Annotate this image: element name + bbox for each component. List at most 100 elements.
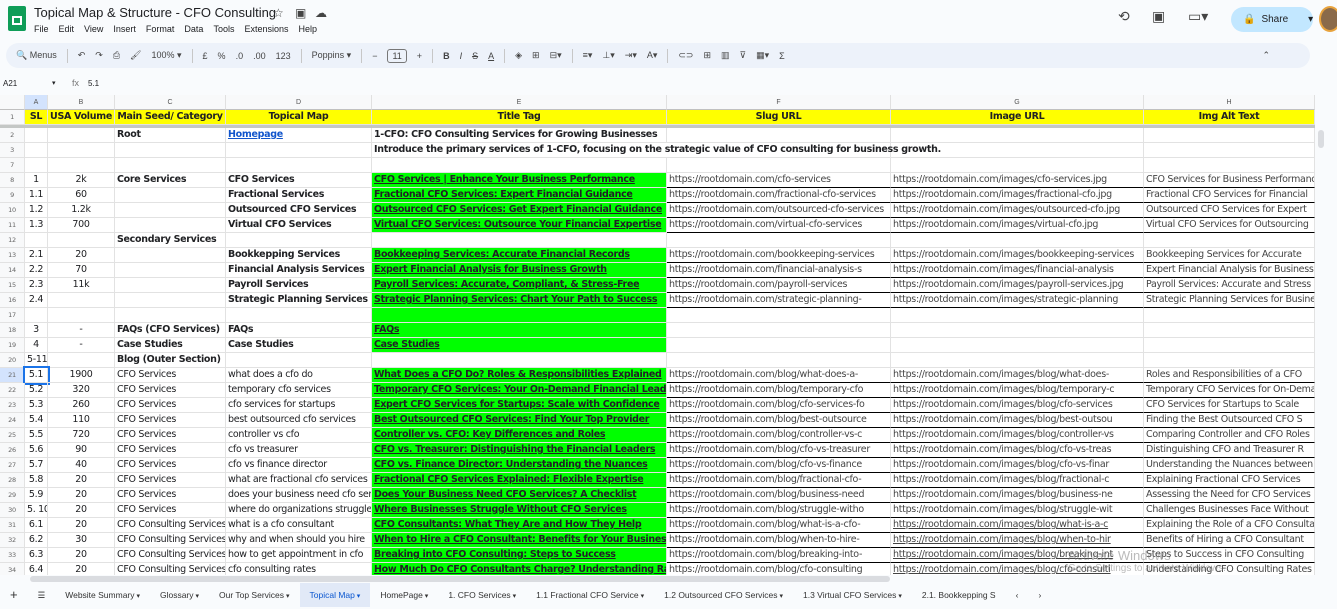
title-tag-cell[interactable]: Breaking into CFO Consulting: Steps to S…	[372, 548, 667, 563]
slug-url-cell[interactable]	[667, 128, 891, 143]
meet-icon[interactable]: ▭▾	[1188, 8, 1208, 25]
volume-cell[interactable]: 1900	[48, 368, 115, 383]
topical-map-cell[interactable]: controller vs cfo	[226, 428, 372, 443]
title-tag-cell[interactable]: Introduce the primary services of 1-CFO,…	[372, 143, 941, 158]
title-tag-cell[interactable]: Payroll Services: Accurate, Compliant, &…	[372, 278, 667, 293]
image-url-cell[interactable]: https://rootdomain.com/images/blog/when-…	[891, 533, 1144, 548]
all-sheets-button[interactable]: ☰	[28, 583, 56, 607]
sheet-tab[interactable]: 2.1. Bookkepping S	[912, 583, 1006, 607]
row-number[interactable]: 32	[0, 533, 25, 548]
search-menus[interactable]: 🔍 Menus	[16, 50, 57, 61]
alt-text-cell[interactable]	[1144, 158, 1315, 173]
topical-map-cell[interactable]: what does a cfo do	[226, 368, 372, 383]
text-wrap-icon[interactable]: ⇥▾	[625, 50, 637, 61]
sl-cell[interactable]: 5.5	[25, 428, 48, 443]
category-cell[interactable]: CFO Services	[115, 428, 226, 443]
title-tag-cell[interactable]: Best Outsourced CFO Services: Find Your …	[372, 413, 667, 428]
slug-url-cell[interactable]	[667, 308, 891, 323]
alt-text-cell[interactable]	[1144, 143, 1315, 158]
volume-cell[interactable]: 110	[48, 413, 115, 428]
title-tag-cell[interactable]	[372, 308, 667, 323]
alt-text-cell[interactable]: Finding the Best Outsourced CFO S	[1144, 413, 1315, 428]
slug-url-cell[interactable]	[667, 338, 891, 353]
cloud-status-icon[interactable]: ☁	[315, 6, 327, 20]
topical-map-cell[interactable]: what is a cfo consultant	[226, 518, 372, 533]
text-color-icon[interactable]: A	[488, 51, 494, 61]
volume-cell[interactable]	[48, 233, 115, 248]
category-cell[interactable]: Case Studies	[115, 338, 226, 353]
row-number[interactable]: 25	[0, 428, 25, 443]
alt-text-cell[interactable]	[1144, 233, 1315, 248]
tab-menu-icon[interactable]: ▾	[639, 593, 645, 600]
title-tag-cell[interactable]	[372, 233, 667, 248]
slug-url-cell[interactable]: https://rootdomain.com/blog/struggle-wit…	[667, 503, 891, 518]
slug-url-cell[interactable]: https://rootdomain.com/blog/when-to-hire…	[667, 533, 891, 548]
sl-cell[interactable]: 5.8	[25, 473, 48, 488]
menu-tools[interactable]: Tools	[213, 24, 234, 34]
image-url-cell[interactable]: https://rootdomain.com/images/virtual-cf…	[891, 218, 1144, 233]
alt-text-cell[interactable]: Explaining Fractional CFO Services	[1144, 473, 1315, 488]
tab-menu-icon[interactable]: ▾	[135, 593, 140, 600]
menu-file[interactable]: File	[34, 24, 49, 34]
image-url-cell[interactable]: https://rootdomain.com/images/blog/busin…	[891, 488, 1144, 503]
row-number[interactable]: 9	[0, 188, 25, 203]
slug-url-cell[interactable]: https://rootdomain.com/blog/cfo-services…	[667, 398, 891, 413]
volume-cell[interactable]: 20	[48, 503, 115, 518]
image-url-cell[interactable]	[891, 308, 1144, 323]
alt-text-cell[interactable]	[1144, 338, 1315, 353]
topical-map-cell[interactable]: Bookkepping Services	[226, 248, 372, 263]
topical-map-cell[interactable]: why and when should you hire	[226, 533, 372, 548]
alt-text-cell[interactable]	[1144, 308, 1315, 323]
decrease-decimal-button[interactable]: .0	[236, 51, 244, 61]
volume-cell[interactable]: 20	[48, 563, 115, 575]
tab-menu-icon[interactable]: ▾	[194, 593, 199, 600]
topical-map-cell[interactable]	[226, 308, 372, 323]
row-number[interactable]: 19	[0, 338, 25, 353]
category-cell[interactable]: CFO Services	[115, 398, 226, 413]
slug-url-cell[interactable]	[667, 353, 891, 368]
slug-url-cell[interactable]: https://rootdomain.com/blog/cfo-vs-finan…	[667, 458, 891, 473]
sl-cell[interactable]: 5.9	[25, 488, 48, 503]
slug-url-cell[interactable]: https://rootdomain.com/blog/cfo-consulti…	[667, 563, 891, 575]
sl-cell[interactable]: 1.3	[25, 218, 48, 233]
slug-url-cell[interactable]	[667, 233, 891, 248]
alt-text-cell[interactable]: Explaining the Role of a CFO Consultant	[1144, 518, 1315, 533]
title-tag-cell[interactable]: Controller vs. CFO: Key Differences and …	[372, 428, 667, 443]
avatar[interactable]	[1319, 6, 1337, 32]
undo-icon[interactable]: ↶	[78, 50, 86, 61]
row-number[interactable]: 33	[0, 548, 25, 563]
volume-cell[interactable]: 20	[48, 248, 115, 263]
sl-cell[interactable]: 6.4	[25, 563, 48, 575]
alt-text-cell[interactable]: Strategic Planning Services for Business	[1144, 293, 1315, 308]
sheet-tab[interactable]: 1. CFO Services ▾	[438, 583, 526, 607]
volume-cell[interactable]: 70	[48, 263, 115, 278]
volume-cell[interactable]	[48, 293, 115, 308]
image-url-cell[interactable]	[891, 353, 1144, 368]
strikethrough-icon[interactable]: S	[472, 51, 478, 61]
alt-text-cell[interactable]	[1144, 353, 1315, 368]
alt-text-cell[interactable]: Understanding the Nuances between	[1144, 458, 1315, 473]
slug-url-cell[interactable]: https://rootdomain.com/payroll-services	[667, 278, 891, 293]
row-number[interactable]: 26	[0, 443, 25, 458]
topical-map-cell[interactable]	[226, 353, 372, 368]
topical-map-cell[interactable]	[226, 233, 372, 248]
column-header-d[interactable]: D	[226, 95, 372, 110]
category-cell[interactable]: CFO Services	[115, 503, 226, 518]
row-number[interactable]: 31	[0, 518, 25, 533]
image-url-cell[interactable]: https://rootdomain.com/images/blog/cfo-v…	[891, 458, 1144, 473]
volume-cell[interactable]: 1.2k	[48, 203, 115, 218]
tab-menu-icon[interactable]: ▾	[423, 593, 429, 600]
formula-input[interactable]: 5.1	[88, 79, 99, 88]
volume-cell[interactable]: -	[48, 323, 115, 338]
alt-text-cell[interactable]: Assessing the Need for CFO Services	[1144, 488, 1315, 503]
slug-url-cell[interactable]	[667, 323, 891, 338]
slug-url-cell[interactable]: https://rootdomain.com/strategic-plannin…	[667, 293, 891, 308]
share-dropdown-icon[interactable]: ▾	[1308, 14, 1313, 25]
version-history-icon[interactable]: ⟲	[1118, 8, 1130, 25]
image-url-cell[interactable]: https://rootdomain.com/images/outsourced…	[891, 203, 1144, 218]
topical-map-cell[interactable]: temporary cfo services	[226, 383, 372, 398]
volume-cell[interactable]: 260	[48, 398, 115, 413]
sl-cell[interactable]	[25, 128, 48, 143]
sl-cell[interactable]: 5-11	[25, 353, 48, 368]
volume-cell[interactable]: 2k	[48, 173, 115, 188]
